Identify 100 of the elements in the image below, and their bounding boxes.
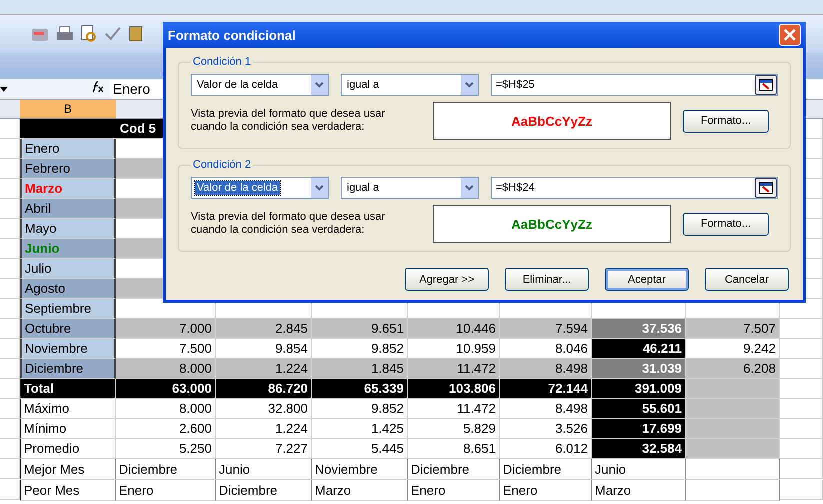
print-preview-icon[interactable] [80,25,98,43]
table-cell: 86.720 [216,379,312,399]
dropdown[interactable]: igual a [341,177,479,199]
table-cell: 391.009 [592,379,686,399]
table-cell: 11.472 [408,359,500,379]
row-label: Julio [25,261,52,276]
table-cell: Enero [500,480,592,501]
table-cell [780,459,823,479]
row-label: Junio [25,241,60,256]
table-cell: Marzo [312,480,408,501]
preview-label: Vista previa del formato que desea usar cuando la condición sea verdadera: [191,211,386,237]
row-label: Mínimo [20,419,116,439]
row-header [0,419,20,439]
table-cell: Diciembre [116,459,216,480]
dialog-button[interactable]: Eliminar... [505,268,589,291]
row-label: Promedio [20,439,116,459]
preview-text: AaBbCcYyZz [512,216,592,232]
table-cell: 8.000 [116,359,216,379]
table-cell: 5.250 [116,439,216,459]
close-icon [783,28,797,42]
table-cell: 46.211 [592,339,686,359]
table-cell [780,419,823,439]
dropdown[interactable]: igual a [341,74,479,96]
range-select-icon [759,182,773,194]
table-cell: 8.651 [408,439,500,459]
range-select-icon [759,79,773,91]
row-header [0,399,20,419]
table-cell [780,319,823,339]
table-cell: Diciembre [500,459,592,480]
table-cell: Junio [592,459,686,480]
table-cell: 1.845 [312,359,408,379]
dropdown[interactable]: Valor de la celda [191,177,329,199]
dropdown-arrow-icon[interactable] [0,86,8,92]
table-cell [780,379,823,399]
table-cell: 11.472 [408,399,500,419]
dialog-button[interactable]: Aceptar [605,268,689,291]
table-cell: Diciembre [408,459,500,480]
table-cell: 9.651 [312,319,408,339]
dialog-button[interactable]: Cancelar [705,268,789,291]
table-cell [780,439,823,459]
table-cell: 7.594 [500,319,592,339]
dropdown[interactable]: Valor de la celda [191,74,329,96]
table-cell: 37.536 [592,319,686,339]
table-cell: 32.800 [216,399,312,419]
table-cell: 7.227 [216,439,312,459]
table-cell: 10.446 [408,319,500,339]
table-cell: 5.445 [312,439,408,459]
table-cell: 63.000 [116,379,216,399]
row-label: Máximo [20,399,116,419]
row-label: Octubre [25,321,72,336]
column-header[interactable]: B [20,100,116,118]
table-cell [780,339,823,359]
dialog-button[interactable]: Agregar >> [405,268,489,291]
table-cell: Junio [216,459,312,480]
group-label: Condición 2 [192,159,252,171]
check-icon[interactable] [104,25,122,43]
table-cell: 103.806 [408,379,500,399]
format-button[interactable]: Formato... [683,110,769,132]
table-cell: 2.845 [216,319,312,339]
book-icon[interactable] [128,25,144,43]
table-cell: 65.339 [312,379,408,399]
table-cell: 55.601 [592,399,686,419]
table-cell [780,399,823,419]
row-header [0,480,20,500]
table-cell: Enero [116,480,216,501]
table-cell: 1.224 [216,419,312,439]
table-cell: 31.039 [592,359,686,379]
row-label: Noviembre [25,341,88,356]
table-cell: 7.000 [116,319,216,339]
range-select-button[interactable] [755,178,777,198]
row-label: Enero [25,141,60,156]
table-cell: 1.425 [312,419,408,439]
table-cell: 9.852 [312,399,408,419]
row-label: Agosto [25,281,66,296]
printer-icon[interactable] [56,26,74,42]
table-cell: Noviembre [312,459,408,480]
table-cell: Enero [408,480,500,501]
row-label: Peor Mes [20,480,116,501]
row-label: Abril [25,201,52,216]
row-label: Mejor Mes [20,459,116,480]
row-label: Marzo [25,181,63,196]
row-label: Total [20,379,116,399]
table-cell: 5.829 [408,419,500,439]
table-cell: 2.600 [116,419,216,439]
table-cell: 72.144 [500,379,592,399]
row-label: Diciembre [25,361,84,376]
table-cell: 6.208 [686,359,780,379]
table-cell: Diciembre [216,480,312,501]
close-button[interactable] [779,24,801,46]
row-label: Febrero [25,161,71,176]
format-button[interactable]: Formato... [683,212,769,236]
table-cell: 1.224 [216,359,312,379]
table-cell [780,480,823,500]
table-cell: 32.584 [592,439,686,459]
row-label: Septiembre [25,301,92,316]
table-cell: Marzo [592,480,686,501]
group-label: Condición 1 [192,56,252,68]
range-select-button[interactable] [755,75,777,95]
table-cell: 8.498 [500,359,592,379]
dialog-title: Formato condicional [168,28,296,42]
